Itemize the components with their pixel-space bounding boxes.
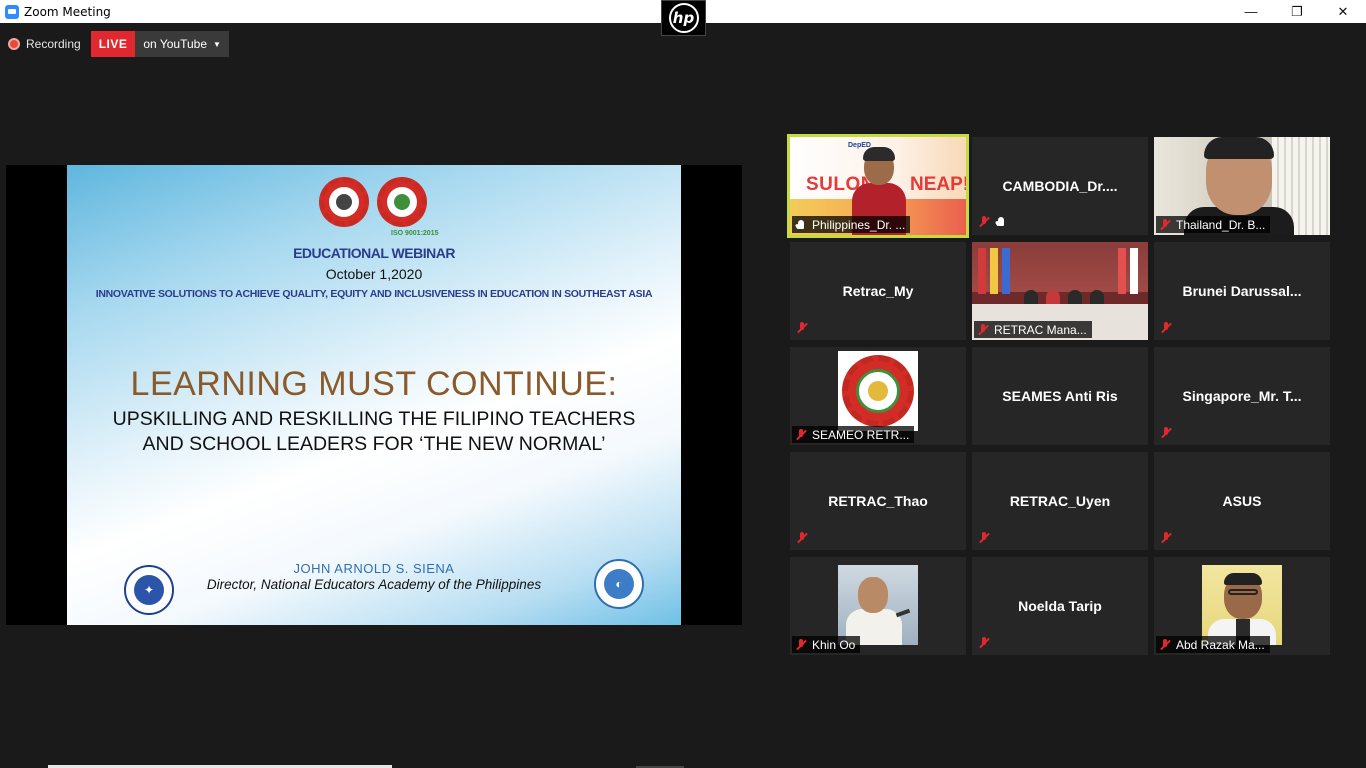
muted-mic-icon	[978, 216, 990, 228]
participant-name: Philippines_Dr. ...	[812, 217, 906, 232]
muted-mic-icon	[796, 322, 808, 334]
participant-tile-retrac-uyen[interactable]: RETRAC_Uyen	[972, 452, 1148, 550]
neap-seal-logo: ◐	[594, 559, 644, 609]
slide-event-date: October 1,2020	[325, 266, 423, 282]
participant-gallery: DepED SULON NEAP! Philippines_Dr. ... CA…	[787, 134, 1330, 655]
live-stream-control[interactable]: LIVE on YouTube ▼	[90, 31, 229, 57]
participant-tile-retrac-my[interactable]: Retrac_My	[790, 242, 966, 340]
participant-profile-photo	[838, 565, 918, 645]
participant-name-label: Thailand_Dr. B...	[1156, 216, 1271, 233]
muted-mic-icon	[978, 532, 990, 544]
muted-mic-icon	[795, 638, 807, 651]
slide-subheadline-line2: AND SCHOOL LEADERS FOR ‘THE NEW NORMAL’	[142, 433, 606, 455]
slide-event-title: EDUCATIONAL WEBINAR	[293, 245, 455, 261]
participant-tile-abd-razak[interactable]: Abd Razak Ma...	[1154, 557, 1330, 655]
presentation-slide: ISO 9001:2015 EDUCATIONAL WEBINAR Octobe…	[67, 165, 681, 625]
participant-tile-singapore[interactable]: Singapore_Mr. T...	[1154, 347, 1330, 445]
participant-profile-photo	[1202, 565, 1282, 645]
participant-tile-retrac-management[interactable]: RETRAC Mana...	[972, 242, 1148, 340]
participant-name: RETRAC Mana...	[994, 322, 1087, 337]
recording-label[interactable]: Recording	[26, 37, 81, 51]
slide-logos	[319, 177, 427, 227]
recording-dot-icon	[8, 38, 20, 50]
muted-mic-icon	[1159, 638, 1171, 651]
participant-name: RETRAC_Uyen	[1009, 493, 1111, 509]
zoom-app-icon	[5, 4, 19, 19]
participant-name: Retrac_My	[842, 283, 914, 299]
participant-name: RETRAC_Thao	[828, 493, 928, 509]
window-title: Zoom Meeting	[24, 4, 111, 19]
muted-mic-icon	[795, 428, 807, 441]
hp-logo: hp	[661, 0, 706, 36]
muted-mic-icon	[1159, 218, 1171, 231]
slide-headline: LEARNING MUST CONTINUE:	[130, 365, 618, 403]
background-banner-text-2: NEAP!	[910, 174, 966, 195]
minimize-button[interactable]: —	[1228, 0, 1274, 23]
participant-name: SEAMES Anti Ris	[1002, 388, 1118, 404]
muted-mic-icon	[1160, 532, 1172, 544]
participant-name-label: RETRAC Mana...	[974, 321, 1092, 338]
muted-mic-icon	[977, 323, 989, 336]
participant-tile-retrac-thao[interactable]: RETRAC_Thao	[790, 452, 966, 550]
hand-icon	[795, 219, 807, 231]
seameo-retrac-avatar-logo	[838, 351, 918, 431]
participant-tile-thailand[interactable]: Thailand_Dr. B...	[1154, 137, 1330, 235]
participant-tile-philippines[interactable]: DepED SULON NEAP! Philippines_Dr. ...	[787, 134, 969, 238]
participant-name: Singapore_Mr. T...	[1182, 388, 1302, 404]
seameo-logo	[319, 177, 369, 227]
participant-status-icons	[978, 216, 1012, 228]
hand-icon	[995, 216, 1007, 228]
participant-name-label: Philippines_Dr. ...	[792, 216, 911, 233]
slide-event-subtitle: INNOVATIVE SOLUTIONS TO ACHIEVE QUALITY,…	[95, 288, 653, 300]
participant-tile-cambodia[interactable]: CAMBODIA_Dr....	[972, 137, 1148, 235]
slide-subheadline-line1: UPSKILLING AND RESKILLING THE FILIPINO T…	[112, 408, 636, 430]
muted-mic-icon	[1160, 427, 1172, 439]
muted-mic-icon	[796, 532, 808, 544]
recording-bar: Recording LIVE on YouTube ▼	[8, 31, 229, 57]
participant-name: Thailand_Dr. B...	[1176, 217, 1266, 232]
participant-name: Abd Razak Ma...	[1176, 637, 1265, 652]
participant-tile-seameo-retrac[interactable]: SEAMEO RETR...	[790, 347, 966, 445]
live-platform-label: on YouTube	[143, 37, 207, 51]
shared-screen: ISO 9001:2015 EDUCATIONAL WEBINAR Octobe…	[6, 165, 742, 625]
iso-certification-text: ISO 9001:2015	[391, 230, 439, 237]
participant-tile-seames[interactable]: SEAMES Anti Ris	[972, 347, 1148, 445]
seameo-retrac-logo	[377, 177, 427, 227]
chevron-down-icon: ▼	[213, 39, 221, 49]
participant-name-label: Abd Razak Ma...	[1156, 636, 1270, 653]
live-badge: LIVE	[90, 31, 136, 57]
participant-name-label: SEAMEO RETR...	[792, 426, 915, 443]
deped-seal-logo: ✦	[124, 565, 174, 615]
live-platform-dropdown[interactable]: on YouTube ▼	[135, 31, 229, 57]
window-controls: — ❐ ✕	[1228, 0, 1366, 23]
muted-mic-icon	[1160, 322, 1172, 334]
restore-button[interactable]: ❐	[1274, 0, 1320, 23]
muted-mic-icon	[978, 637, 990, 649]
participant-name: Khin Oo	[812, 637, 856, 652]
participant-tile-khin-oo[interactable]: Khin Oo	[790, 557, 966, 655]
participant-name-label: Khin Oo	[792, 636, 861, 653]
participant-tile-brunei[interactable]: Brunei Darussal...	[1154, 242, 1330, 340]
close-button[interactable]: ✕	[1320, 0, 1366, 23]
participant-name: Brunei Darussal...	[1182, 283, 1302, 299]
hp-logo-text: hp	[668, 3, 699, 33]
participant-tile-noelda-tarip[interactable]: Noelda Tarip	[972, 557, 1148, 655]
participant-tile-asus[interactable]: ASUS	[1154, 452, 1330, 550]
participant-name: Noelda Tarip	[1018, 598, 1102, 614]
participant-name: SEAMEO RETR...	[812, 427, 910, 442]
participant-name: ASUS	[1222, 493, 1262, 509]
